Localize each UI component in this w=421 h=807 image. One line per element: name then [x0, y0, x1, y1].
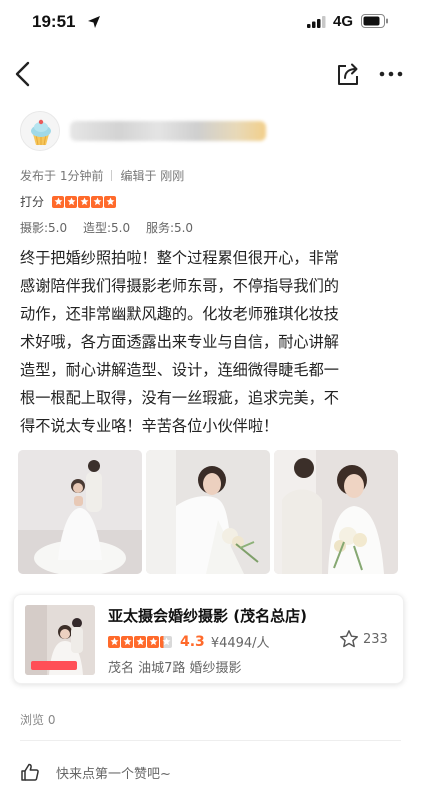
- star-icon: [104, 195, 117, 208]
- star-icon: [147, 635, 159, 648]
- star-icon: [52, 195, 65, 208]
- star-icon: [91, 195, 104, 208]
- star-outline-icon: [340, 630, 358, 648]
- edited-time: 编辑于 刚刚: [120, 169, 185, 183]
- thumbs-up-icon: [21, 763, 39, 781]
- sub-score-service: 服务:5.0: [145, 221, 194, 235]
- network-label: 4G: [333, 13, 354, 30]
- chevron-left-icon[interactable]: [12, 60, 36, 88]
- rating-stars: [52, 195, 117, 208]
- share-icon[interactable]: [335, 61, 361, 87]
- star-icon: [65, 195, 78, 208]
- shop-thumbnail: [25, 605, 95, 675]
- review-line: 终于把婚纱照拍啦！整个过程累但很开心，非常: [20, 249, 339, 267]
- signal-icon: [307, 16, 326, 28]
- star-icon: [108, 635, 120, 648]
- status-time: 19:51: [32, 12, 76, 31]
- score-label: 打分: [20, 195, 45, 209]
- review-line: 动作，还非常幽默风趣的。化妆老师雅琪化妆技: [20, 305, 339, 323]
- shop-price: ¥4494/人: [210, 636, 270, 651]
- review-line: 造型，耐心讲解造型、设计，连细微得睫毛都一: [20, 361, 339, 379]
- battery-icon: [361, 14, 388, 28]
- review-photo-1[interactable]: [18, 450, 142, 574]
- shop-name[interactable]: 亚太摄会婚纱摄影 (茂名总店): [108, 605, 307, 626]
- shop-rating-stars: [108, 635, 173, 648]
- star-icon: [134, 635, 146, 648]
- star-icon: [160, 635, 172, 648]
- review-photo-3[interactable]: [274, 450, 398, 574]
- review-line: 术好哦，各方面透露出来专业与自信，耐心讲解: [20, 333, 339, 351]
- avatar[interactable]: [20, 111, 60, 151]
- post-meta: 发布于 1分钟前 编辑于 刚刚: [20, 167, 184, 184]
- review-line: 得不说太专业咯！辛苦各位小伙伴啦！: [20, 417, 279, 435]
- review-text: 终于把婚纱照拍啦！整个过程累但很开心，非常 感谢陪伴我们得摄影老师东哥，不停指导…: [20, 244, 400, 440]
- divider: [111, 170, 113, 181]
- overall-score: 打分: [20, 193, 117, 210]
- cupcake-avatar-icon: [21, 112, 59, 150]
- sub-scores: 摄影:5.0 造型:5.0 服务:5.0: [20, 219, 205, 236]
- star-icon: [78, 195, 91, 208]
- favorite-button[interactable]: 233: [339, 629, 388, 649]
- divider: [20, 740, 401, 741]
- like-prompt: 快来点第一个赞吧~: [56, 766, 171, 782]
- shop-card[interactable]: 亚太摄会婚纱摄影 (茂名总店) 4.3 ¥4494/人 233 茂名 油城7路 …: [13, 594, 404, 684]
- favorite-count: 233: [363, 631, 388, 647]
- nav-bar: [0, 52, 421, 96]
- sub-score-styling: 造型:5.0: [82, 221, 131, 235]
- shop-rating: 4.3 ¥4494/人: [108, 632, 270, 651]
- review-line: 感谢陪伴我们得摄影老师东哥，不停指导我们的: [20, 277, 339, 295]
- location-arrow-icon: [88, 16, 100, 28]
- shop-location-category: 茂名 油城7路 婚纱摄影: [108, 661, 242, 676]
- like-button[interactable]: 快来点第一个赞吧~: [20, 762, 171, 782]
- sub-score-photography: 摄影:5.0: [20, 221, 68, 235]
- review-line: 根一根配上取得，没有一丝瑕疵，追求完美，不: [20, 389, 339, 407]
- shop-score: 4.3: [180, 633, 205, 650]
- username-blurred[interactable]: [70, 121, 266, 141]
- more-dots-icon[interactable]: [378, 70, 404, 78]
- view-count: 浏览 0: [20, 713, 56, 727]
- review-photo-2[interactable]: [146, 450, 270, 574]
- posted-time: 发布于 1分钟前: [20, 169, 104, 183]
- status-bar: 19:51 4G: [0, 0, 421, 46]
- star-icon: [121, 635, 133, 648]
